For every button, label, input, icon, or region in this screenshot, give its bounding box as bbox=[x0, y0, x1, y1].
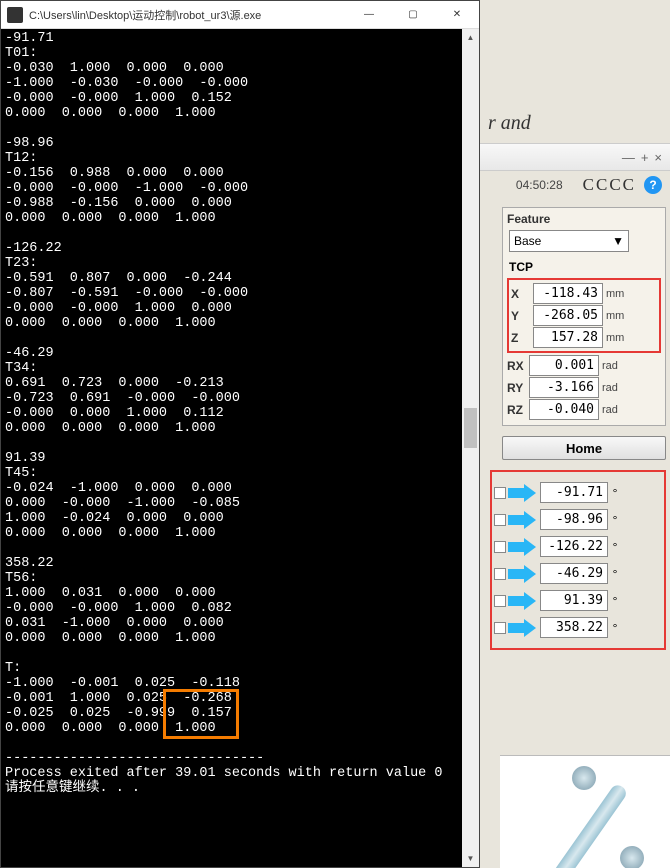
console-window: C:\Users\lin\Desktop\运动控制\robot_ur3\源.ex… bbox=[0, 0, 480, 868]
rx-label: RX bbox=[507, 359, 529, 373]
tcp-rx-row: RX 0.001 rad bbox=[507, 355, 661, 376]
rx-value[interactable]: 0.001 bbox=[529, 355, 599, 376]
arrow-right-icon bbox=[508, 511, 536, 529]
chevron-down-icon: ▼ bbox=[612, 234, 624, 248]
joint-checkbox[interactable] bbox=[494, 541, 506, 553]
feature-selected: Base bbox=[514, 234, 541, 248]
tcp-label: TCP bbox=[509, 260, 661, 274]
maximize-icon[interactable]: + bbox=[641, 150, 649, 165]
partial-text: r and bbox=[488, 112, 670, 135]
scrollbar[interactable]: ▲ ▼ bbox=[462, 29, 479, 867]
joint-value[interactable]: -91.71 bbox=[540, 482, 608, 503]
tcp-z-row: Z 157.28 mm bbox=[511, 327, 657, 348]
joint-checkbox[interactable] bbox=[494, 487, 506, 499]
status-bar: 04:50:28 CCCC ? bbox=[480, 171, 670, 199]
scroll-up-icon[interactable]: ▲ bbox=[462, 29, 479, 46]
joint-row: -91.71° bbox=[494, 482, 662, 503]
rz-value[interactable]: -0.040 bbox=[529, 399, 599, 420]
scroll-thumb[interactable] bbox=[464, 408, 477, 448]
ry-label: RY bbox=[507, 381, 529, 395]
joint-checkbox[interactable] bbox=[494, 622, 506, 634]
rz-unit: rad bbox=[599, 404, 625, 416]
joints-panel: -91.71°-98.96°-126.22°-46.29°91.39°358.2… bbox=[490, 470, 666, 650]
joint-unit: ° bbox=[608, 540, 622, 554]
close-icon[interactable]: × bbox=[654, 150, 662, 165]
feature-dropdown[interactable]: Base ▼ bbox=[509, 230, 629, 252]
tcp-ry-row: RY -3.166 rad bbox=[507, 377, 661, 398]
rz-label: RZ bbox=[507, 403, 529, 417]
arrow-right-icon bbox=[508, 619, 536, 637]
scroll-track[interactable] bbox=[462, 46, 479, 850]
joint-value[interactable]: -46.29 bbox=[540, 563, 608, 584]
arrow-right-icon bbox=[508, 538, 536, 556]
title-text: C:\Users\lin\Desktop\运动控制\robot_ur3\源.ex… bbox=[29, 7, 347, 23]
joint-value[interactable]: -126.22 bbox=[540, 536, 608, 557]
joint-unit: ° bbox=[608, 567, 622, 581]
joint-checkbox[interactable] bbox=[494, 514, 506, 526]
tcp-x-row: X -118.43 mm bbox=[511, 283, 657, 304]
ry-value[interactable]: -3.166 bbox=[529, 377, 599, 398]
y-label: Y bbox=[511, 309, 533, 323]
tcp-xyz-highlight: X -118.43 mm Y -268.05 mm Z 157.28 mm bbox=[507, 278, 661, 353]
rx-unit: rad bbox=[599, 360, 625, 372]
joint-row: -98.96° bbox=[494, 509, 662, 530]
arrow-right-icon bbox=[508, 484, 536, 502]
arrow-right-icon bbox=[508, 592, 536, 610]
help-icon[interactable]: ? bbox=[644, 176, 662, 194]
brand-label: CCCC bbox=[583, 175, 636, 195]
joint-row: 91.39° bbox=[494, 590, 662, 611]
maximize-button[interactable]: ▢ bbox=[391, 1, 435, 29]
joint-unit: ° bbox=[608, 594, 622, 608]
z-unit: mm bbox=[603, 332, 629, 344]
tcp-rz-row: RZ -0.040 rad bbox=[507, 399, 661, 420]
feature-panel: Feature Base ▼ TCP X -118.43 mm Y -268.0… bbox=[502, 207, 666, 426]
joint-unit: ° bbox=[608, 486, 622, 500]
joint-value[interactable]: 91.39 bbox=[540, 590, 608, 611]
joint-checkbox[interactable] bbox=[494, 568, 506, 580]
ry-unit: rad bbox=[599, 382, 625, 394]
joint-unit: ° bbox=[608, 513, 622, 527]
scroll-down-icon[interactable]: ▼ bbox=[462, 850, 479, 867]
close-button[interactable]: ✕ bbox=[435, 1, 479, 29]
timestamp: 04:50:28 bbox=[516, 178, 563, 192]
joint-value[interactable]: -98.96 bbox=[540, 509, 608, 530]
feature-label: Feature bbox=[507, 212, 661, 226]
home-button[interactable]: Home bbox=[502, 436, 666, 460]
z-label: Z bbox=[511, 331, 533, 345]
y-unit: mm bbox=[603, 310, 629, 322]
x-value[interactable]: -118.43 bbox=[533, 283, 603, 304]
joint-row: -126.22° bbox=[494, 536, 662, 557]
joint-checkbox[interactable] bbox=[494, 595, 506, 607]
x-label: X bbox=[511, 287, 533, 301]
joint-row: -46.29° bbox=[494, 563, 662, 584]
console-output: -91.71 T01: -0.030 1.000 0.000 0.000 -1.… bbox=[1, 29, 479, 867]
minimize-icon[interactable]: — bbox=[622, 150, 635, 165]
window-controls-bar: — + × bbox=[480, 143, 670, 171]
robot-visualization bbox=[500, 755, 670, 868]
joint-row: 358.22° bbox=[494, 617, 662, 638]
app-icon bbox=[7, 7, 23, 23]
joint-value[interactable]: 358.22 bbox=[540, 617, 608, 638]
title-bar[interactable]: C:\Users\lin\Desktop\运动控制\robot_ur3\源.ex… bbox=[1, 1, 479, 29]
joint-unit: ° bbox=[608, 621, 622, 635]
joints-highlight: -91.71°-98.96°-126.22°-46.29°91.39°358.2… bbox=[490, 470, 666, 650]
x-unit: mm bbox=[603, 288, 629, 300]
tcp-y-row: Y -268.05 mm bbox=[511, 305, 657, 326]
arrow-right-icon bbox=[508, 565, 536, 583]
z-value[interactable]: 157.28 bbox=[533, 327, 603, 348]
y-value[interactable]: -268.05 bbox=[533, 305, 603, 326]
right-panel: r and — + × 04:50:28 CCCC ? Feature Base… bbox=[480, 0, 670, 868]
minimize-button[interactable]: — bbox=[347, 1, 391, 29]
